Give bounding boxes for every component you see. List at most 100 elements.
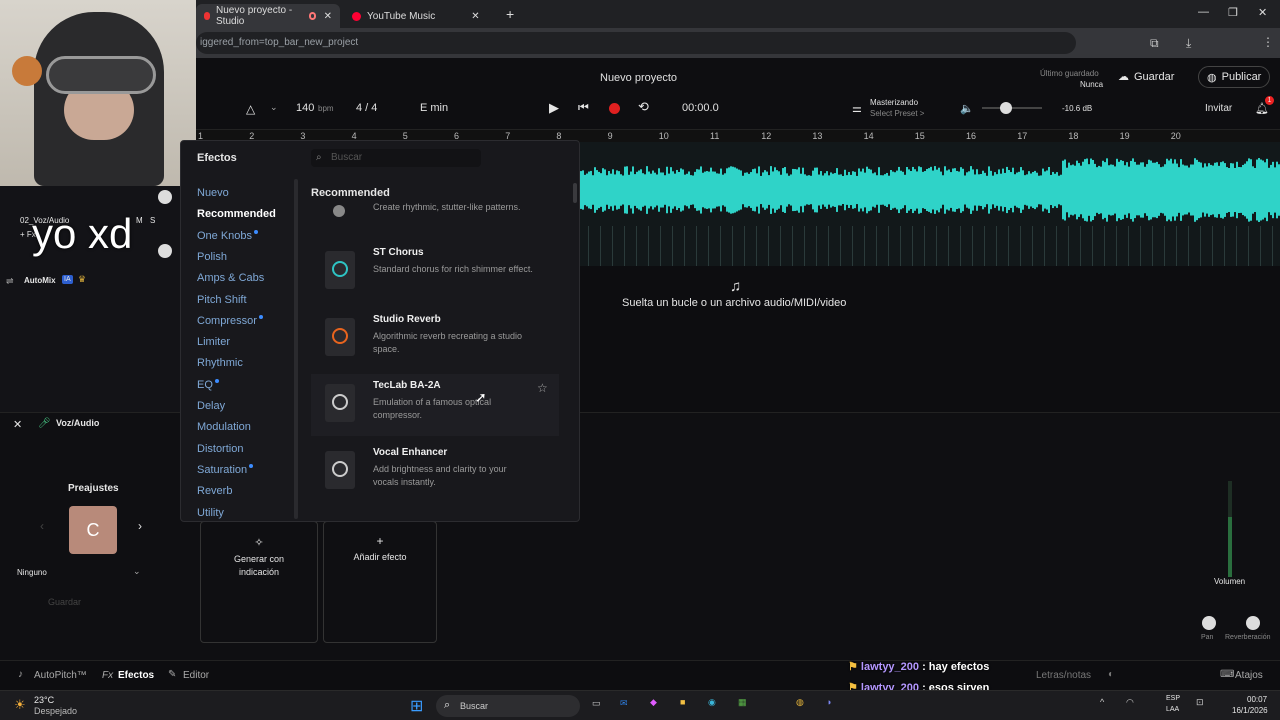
category-item[interactable]: Distortion (197, 443, 243, 455)
effect-item[interactable]: ST Chorus Standard chorus for rich shimme… (311, 241, 559, 303)
taskbar-search-input[interactable]: ⌕ Buscar (436, 695, 580, 717)
new-tab-icon[interactable]: + (506, 6, 514, 22)
add-effect-card[interactable]: + Añadir efecto (323, 521, 437, 643)
category-item[interactable]: Nuevo (197, 187, 229, 199)
system-tray-chevron-icon[interactable]: ^ (1100, 697, 1104, 707)
drop-zone[interactable]: ♫ Suelta un bucle o un archivo audio/MID… (580, 266, 1280, 412)
lyrics-tab[interactable]: Letras/notas (1036, 670, 1091, 681)
close-window-icon[interactable]: ✕ (1258, 6, 1267, 19)
minecraft-icon[interactable]: ▦ (738, 697, 747, 708)
track-pan-knob[interactable] (158, 244, 172, 258)
autopitch-tab[interactable]: AutoPitch™ (34, 670, 87, 681)
record-button[interactable] (609, 103, 620, 114)
effects-tab[interactable]: Efectos (118, 670, 154, 681)
category-item[interactable]: Utility (197, 507, 224, 519)
close-tab-icon[interactable]: ✕ (471, 11, 479, 22)
download-icon[interactable]: ⤓ (1186, 36, 1191, 51)
invite-button[interactable]: Invitar (1205, 103, 1232, 114)
category-item[interactable]: Limiter (197, 336, 230, 348)
preset-tile[interactable]: C (69, 506, 117, 554)
mute-button[interactable]: M (136, 216, 143, 225)
extensions-icon[interactable]: ⧉ (1150, 36, 1159, 51)
save-button[interactable]: ☁ Guardar (1118, 70, 1174, 84)
chevron-down-icon[interactable]: ⌄ (133, 566, 141, 577)
effect-item[interactable]: TecLab BA-2A Emulation of a famous optica… (311, 374, 559, 437)
category-item[interactable]: Recommended (197, 208, 276, 220)
chevron-down-icon[interactable]: ⌄ (270, 102, 278, 113)
time-signature[interactable]: 4 / 4 (356, 102, 377, 114)
category-item[interactable]: Polish (197, 251, 227, 263)
keyboard-icon: ⌨ (1220, 669, 1235, 680)
category-scrollbar[interactable] (294, 179, 298, 519)
language-indicator[interactable]: ESP (1166, 695, 1180, 702)
rewind-icon[interactable]: ⏮ (578, 100, 589, 115)
category-item[interactable]: One Knobs (197, 229, 259, 242)
speaker-icon[interactable]: 🔈 (960, 102, 974, 115)
minimize-icon[interactable]: — (1198, 6, 1209, 18)
solo-button[interactable]: S (150, 216, 155, 225)
timeline-track-lane[interactable] (580, 142, 1280, 266)
effect-item[interactable]: Vocal Enhancer Add brightness and clarity… (311, 441, 559, 503)
editor-tab[interactable]: Editor (183, 670, 209, 681)
save-preset-button[interactable]: Guardar (48, 597, 81, 607)
task-view-icon[interactable]: ▭ (592, 698, 601, 709)
category-item[interactable]: Amps & Cabs (197, 272, 264, 284)
address-bar[interactable]: iggered_from=top_bar_new_project (196, 32, 1076, 54)
generate-effect-card[interactable]: ✧ Generar con indicación (200, 521, 318, 643)
tab-youtube-music[interactable]: YouTube Music ✕ (344, 4, 494, 28)
category-item[interactable]: Modulation (197, 421, 251, 433)
close-tab-icon[interactable]: ✕ (324, 11, 332, 22)
effect-item-rhythmic[interactable]: Create rhythmic, stutter-like patterns. (311, 199, 559, 233)
effects-list-scrollbar[interactable] (573, 183, 577, 203)
mastering-label[interactable]: Masterizando (870, 98, 918, 107)
master-volume-slider[interactable] (982, 102, 1042, 114)
effects-search-input[interactable]: ⌕ Buscar (311, 149, 481, 167)
edge-icon[interactable]: ◉ (708, 697, 716, 708)
category-item[interactable]: Saturation (197, 463, 254, 476)
maximize-icon[interactable]: ❐ (1228, 6, 1238, 19)
category-item[interactable]: Compressor (197, 314, 263, 327)
reverb-knob[interactable] (1246, 616, 1260, 630)
play-icon[interactable]: ▶ (549, 100, 559, 116)
tab-studio[interactable]: Nuevo proyecto - Studio ✕ (196, 4, 340, 28)
preset-select[interactable]: Ninguno (17, 568, 47, 577)
windows-start-icon[interactable]: ⊞ (410, 696, 423, 716)
chevron-right-icon[interactable]: › (138, 519, 142, 533)
discord-icon[interactable]: ◑ (826, 697, 831, 707)
audio-waveform[interactable] (580, 142, 1280, 266)
outlook-icon[interactable]: ✉ (620, 698, 628, 709)
chrome-icon[interactable]: ◍ (796, 697, 804, 708)
weather-temp[interactable]: 23°C (34, 695, 54, 705)
category-item[interactable]: EQ (197, 378, 219, 391)
automix-label[interactable]: AutoMix (24, 276, 56, 285)
volume-fader[interactable] (1228, 481, 1232, 577)
tuner-icon[interactable]: ◐ (1108, 669, 1114, 680)
star-icon[interactable]: ☆ (537, 381, 548, 395)
chevron-left-icon[interactable]: ‹ (40, 519, 44, 533)
category-item[interactable]: Rhythmic (197, 357, 243, 369)
close-panel-icon[interactable]: ✕ (13, 418, 22, 431)
track-volume-knob[interactable] (158, 190, 172, 204)
project-title[interactable]: Nuevo proyecto (600, 72, 677, 84)
key-select[interactable]: E min (420, 102, 448, 114)
notification-badge: 1 (1265, 96, 1274, 105)
pan-knob[interactable] (1202, 616, 1216, 630)
category-label: Reverb (197, 485, 233, 498)
publish-button[interactable]: ◍ Publicar (1198, 66, 1271, 88)
wifi-icon[interactable]: ◠ (1126, 697, 1134, 708)
mastering-preset[interactable]: Select Preset > (870, 109, 924, 118)
menu-icon[interactable]: ⋮ (1262, 35, 1274, 49)
category-item[interactable]: Pitch Shift (197, 294, 247, 306)
category-item[interactable]: Reverb (197, 485, 232, 497)
effect-item[interactable]: Studio Reverb Algorithmic reverb recreati… (311, 308, 559, 370)
network-icon[interactable]: ⊡ (1196, 697, 1204, 708)
category-item[interactable]: Delay (197, 400, 225, 412)
shortcuts-button[interactable]: Atajos (1235, 670, 1263, 681)
metronome-icon[interactable]: △ (246, 102, 255, 116)
store-icon[interactable]: ◆ (650, 697, 657, 708)
loop-icon[interactable]: ⟲ (638, 99, 649, 115)
file-explorer-icon[interactable]: ■ (680, 697, 685, 707)
bpm-value[interactable]: 140 (296, 102, 314, 114)
clock-time[interactable]: 00:07 (1247, 695, 1267, 704)
volume-knob[interactable] (1000, 102, 1012, 114)
